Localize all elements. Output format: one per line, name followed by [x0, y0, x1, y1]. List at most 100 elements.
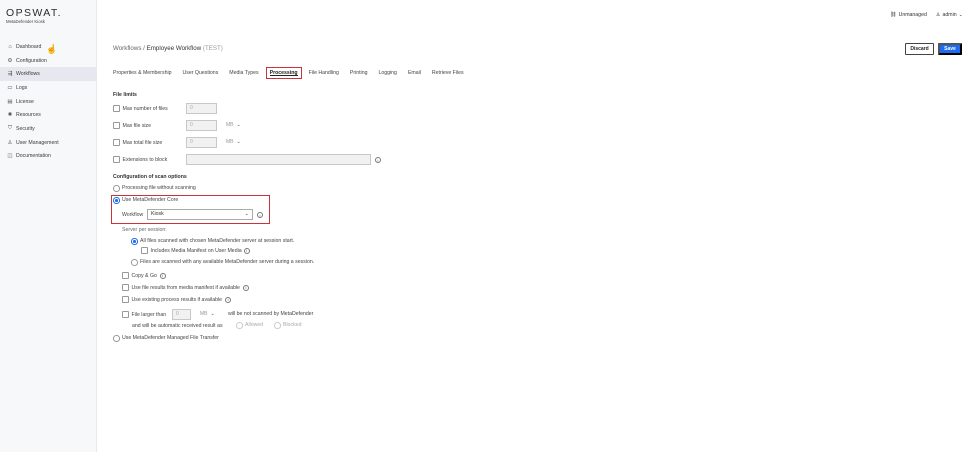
- max-files-label: Max number of files: [122, 105, 168, 112]
- not-scanned-text: will be not scanned by MetaDefender: [228, 311, 314, 317]
- sidebar-item-dashboard[interactable]: ⌂ Dashboard ☝: [0, 40, 97, 54]
- use-manifest-checkbox[interactable]: [122, 284, 129, 291]
- info-icon[interactable]: i: [243, 247, 250, 254]
- discard-button[interactable]: Discard: [905, 43, 934, 55]
- chevron-down-icon: ⌄: [236, 122, 241, 128]
- tab-file-handling[interactable]: File Handling: [309, 67, 339, 79]
- allowed-option: Allowed: [236, 322, 263, 329]
- extensions-row: Extensions to block: [113, 156, 167, 163]
- extensions-label: Extensions to block: [122, 156, 168, 163]
- max-file-size-row: Max file size: [113, 122, 151, 129]
- extensions-checkbox[interactable]: [113, 156, 120, 163]
- sidebar: OPSWAT. MetaDefender Kiosk ⌂ Dashboard ☝…: [0, 0, 97, 452]
- sidebar-item-documentation[interactable]: ◫ Documentation: [0, 150, 97, 164]
- use-existing-checkbox[interactable]: [122, 296, 129, 303]
- tab-retrieve-files[interactable]: Retrieve Files: [432, 67, 464, 79]
- tab-logging[interactable]: Logging: [378, 67, 396, 79]
- allowed-radio[interactable]: [236, 322, 243, 329]
- info-icon[interactable]: i: [159, 272, 166, 279]
- sidebar-item-configuration[interactable]: ⚙ Configuration: [0, 54, 97, 68]
- tab-bar: Properties & Membership User Questions M…: [113, 66, 475, 80]
- user-icon: ♙: [935, 12, 941, 18]
- tab-printing[interactable]: Printing: [350, 67, 368, 79]
- larger-than-checkbox[interactable]: [122, 311, 129, 318]
- breadcrumb-current: Employee Workflow: [146, 45, 202, 52]
- no-scan-radio[interactable]: [113, 185, 120, 192]
- topbar: ⛓ Unmanaged ♙ admin ⌄: [888, 12, 963, 18]
- workflow-value: Kiosk: [151, 211, 164, 218]
- info-icon[interactable]: i: [257, 212, 263, 218]
- tab-properties[interactable]: Properties & Membership: [113, 67, 172, 79]
- tab-email[interactable]: Email: [408, 67, 421, 79]
- chevron-down-icon[interactable]: ⌄: [959, 12, 963, 18]
- brand-logo[interactable]: OPSWAT. MetaDefender Kiosk: [6, 7, 62, 24]
- chevron-down-icon: ⌄: [236, 139, 241, 145]
- scan-options-title: Configuration of scan options: [113, 174, 187, 180]
- server-all-radio[interactable]: [131, 238, 138, 245]
- info-icon[interactable]: i: [375, 157, 381, 163]
- mft-radio[interactable]: [113, 335, 120, 342]
- sidebar-item-security[interactable]: ⛉ Security: [0, 122, 97, 136]
- use-core-label: Use MetaDefender Core: [122, 197, 179, 204]
- sidebar-item-license[interactable]: ▤ License: [0, 95, 97, 109]
- info-icon[interactable]: i: [242, 284, 249, 291]
- server-any-radio[interactable]: [131, 259, 138, 266]
- max-total-size-input[interactable]: 0: [186, 137, 217, 148]
- copy-go-checkbox[interactable]: [122, 272, 129, 279]
- unit-label: MB: [200, 311, 208, 317]
- max-files-checkbox[interactable]: [113, 105, 120, 112]
- blocked-radio[interactable]: [274, 322, 281, 329]
- status-label[interactable]: Unmanaged: [899, 12, 927, 18]
- save-button[interactable]: Save: [938, 43, 962, 55]
- blocked-label: Blocked: [283, 322, 302, 329]
- server-per-session-label: Server per session:: [122, 227, 167, 233]
- sidebar-item-label: Workflows: [16, 71, 40, 78]
- max-files-input[interactable]: 0: [186, 103, 217, 114]
- breadcrumb: Workflows / Employee Workflow (TEST): [113, 45, 223, 52]
- no-scan-row: Processing file without scanning: [113, 185, 196, 192]
- sidebar-item-label: User Management: [16, 139, 59, 146]
- breadcrumb-parent[interactable]: Workflows: [113, 45, 141, 52]
- tab-user-questions[interactable]: User Questions: [183, 67, 219, 79]
- workflow-select[interactable]: Kiosk ⌄: [147, 209, 253, 220]
- workflow-icon: ⇶: [7, 71, 13, 78]
- shield-icon: ⛉: [7, 125, 13, 132]
- user-menu[interactable]: admin: [943, 12, 957, 18]
- file-limits-title: File limits: [113, 92, 137, 98]
- server-any-label: Files are scanned with any available Met…: [140, 259, 315, 266]
- mft-row: Use MetaDefender Managed File Transfer: [113, 335, 219, 342]
- no-scan-label: Processing file without scanning: [122, 185, 196, 192]
- max-file-size-checkbox[interactable]: [113, 122, 120, 129]
- use-core-radio[interactable]: [113, 197, 120, 204]
- auto-result-text: and will be automatic received result as: [132, 323, 223, 329]
- max-file-size-unit-select[interactable]: MB ⌄: [226, 122, 241, 128]
- includes-manifest-label: Includes Media Manifest on User Media: [150, 247, 242, 254]
- max-total-size-unit-select[interactable]: MB ⌄: [226, 139, 241, 145]
- info-icon[interactable]: i: [225, 296, 232, 303]
- sidebar-item-user-management[interactable]: ♙ User Management: [0, 136, 97, 150]
- larger-than-label: File larger than: [131, 311, 167, 318]
- larger-than-unit-select[interactable]: MB ⌄: [200, 311, 215, 317]
- brand-name: OPSWAT.: [6, 7, 62, 19]
- max-total-size-row: Max total file size: [113, 139, 162, 146]
- license-icon: ▤: [7, 98, 13, 105]
- brand-product: MetaDefender Kiosk: [6, 19, 45, 24]
- larger-than-input[interactable]: 0: [172, 309, 191, 320]
- includes-manifest-checkbox[interactable]: [141, 247, 148, 254]
- extensions-input[interactable]: [186, 154, 371, 165]
- sidebar-item-resources[interactable]: ✺ Resources: [0, 108, 97, 122]
- larger-than-row: File larger than: [122, 311, 166, 318]
- max-total-size-checkbox[interactable]: [113, 139, 120, 146]
- sidebar-item-workflows[interactable]: ⇶ Workflows: [0, 67, 97, 82]
- max-file-size-input[interactable]: 0: [186, 120, 217, 131]
- use-manifest-label: Use file results from media manifest if …: [131, 284, 240, 291]
- sidebar-item-logs[interactable]: ▭ Logs: [0, 81, 97, 95]
- tab-processing[interactable]: Processing: [265, 67, 302, 79]
- book-icon: ◫: [7, 153, 13, 160]
- active-tab-underline: [269, 75, 298, 76]
- mft-label: Use MetaDefender Managed File Transfer: [122, 335, 219, 342]
- folder-icon: ▭: [7, 84, 13, 91]
- gear-icon: ⚙: [7, 57, 13, 64]
- allowed-label: Allowed: [245, 322, 264, 329]
- tab-media-types[interactable]: Media Types: [229, 67, 258, 79]
